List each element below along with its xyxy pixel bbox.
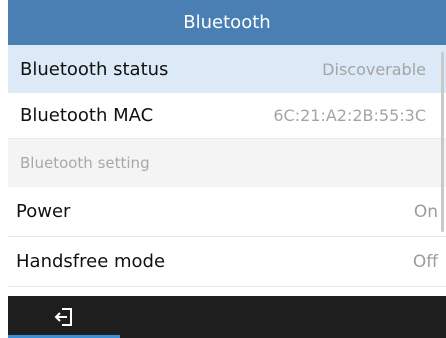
handsfree-mode-label: Handsfree mode bbox=[16, 251, 166, 272]
exit-arrow-icon bbox=[53, 306, 75, 328]
bluetooth-mac-label: Bluetooth MAC bbox=[20, 105, 154, 126]
handsfree-mode-row[interactable]: Handsfree mode Off bbox=[8, 237, 446, 287]
bluetooth-mac-value: 6C:21:A2:2B:55:3C bbox=[273, 106, 426, 125]
title-bar: Bluetooth bbox=[8, 0, 446, 45]
power-label: Power bbox=[16, 201, 71, 222]
softkey-bar bbox=[8, 296, 446, 338]
section-title: Bluetooth setting bbox=[20, 154, 150, 172]
power-row[interactable]: Power On bbox=[8, 187, 446, 237]
scrollbar[interactable] bbox=[441, 52, 444, 232]
settings-list: Bluetooth status Discoverable Bluetooth … bbox=[8, 45, 446, 287]
bluetooth-status-label: Bluetooth status bbox=[20, 58, 169, 80]
section-header: Bluetooth setting bbox=[8, 139, 446, 187]
back-softkey[interactable] bbox=[8, 296, 120, 338]
power-value: On bbox=[413, 201, 438, 222]
bluetooth-status-row[interactable]: Bluetooth status Discoverable bbox=[8, 45, 446, 93]
page-title: Bluetooth bbox=[183, 12, 271, 33]
bluetooth-mac-row[interactable]: Bluetooth MAC 6C:21:A2:2B:55:3C bbox=[8, 93, 446, 139]
bluetooth-status-value: Discoverable bbox=[322, 59, 426, 79]
handsfree-mode-value: Off bbox=[412, 251, 438, 272]
